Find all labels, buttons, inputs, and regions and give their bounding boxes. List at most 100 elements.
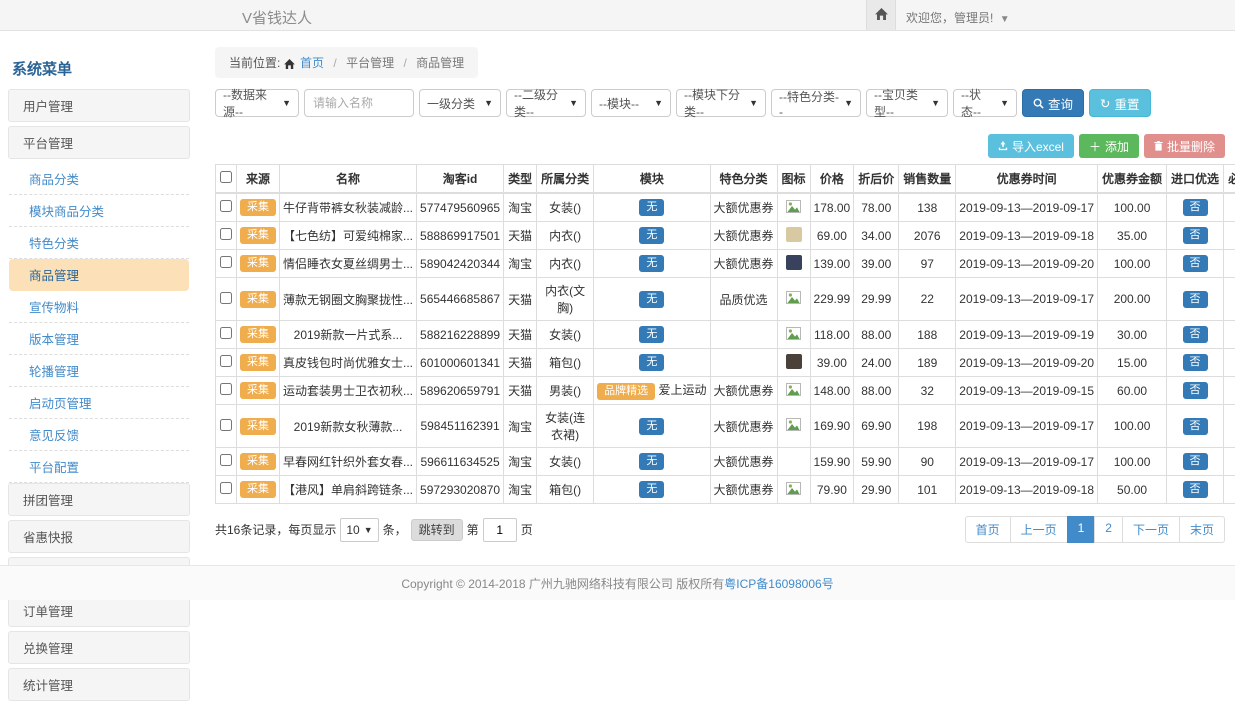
sidebar-item[interactable]: 宣传物料 [9,291,189,323]
jump-button[interactable]: 跳转到 [411,519,463,541]
coupon-amount: 30.00 [1098,321,1167,349]
sidebar-item[interactable]: 平台配置 [9,451,189,483]
import-pick-toggle[interactable]: 否 [1183,199,1208,216]
select-all-checkbox[interactable] [220,171,232,183]
coupon-amount: 15.00 [1098,349,1167,377]
batch-delete-button[interactable]: 批量删除 [1144,134,1225,158]
module-badge[interactable]: 无 [639,199,664,216]
source-badge: 采集 [240,199,276,216]
page-button[interactable]: 末页 [1179,516,1225,543]
pagination: 首页 上一页 1 2 下一页 末页 [965,516,1225,543]
module-badge[interactable]: 无 [639,227,664,244]
price: 39.00 [810,349,854,377]
filter-select-category-1[interactable]: 一级分类 ▼ [419,89,501,117]
taoke-id: 577479560965 [417,193,504,222]
sidebar-item[interactable]: 启动页管理 [9,387,189,419]
import-pick-toggle[interactable]: 否 [1183,453,1208,470]
row-checkbox[interactable] [220,419,232,431]
sidebar-item[interactable]: 兑换管理 [8,631,190,664]
page-button[interactable]: 1 [1067,516,1096,543]
import-pick-toggle[interactable]: 否 [1183,326,1208,343]
name-search-input[interactable] [304,89,414,117]
sidebar-item[interactable]: 商品管理 [9,259,189,291]
icp-link[interactable]: 粤ICP备16098006号 [724,575,833,592]
per-page-select[interactable]: 10 ▼ [340,518,378,542]
module-badge[interactable]: 品牌精选 [597,383,655,400]
module-badge[interactable]: 无 [639,354,664,371]
row-checkbox[interactable] [220,355,232,367]
module-badge[interactable]: 无 [639,481,664,498]
jump-page-input[interactable] [483,518,517,542]
filter-select-category-2[interactable]: --二级分类-- ▼ [506,89,586,117]
sidebar-item[interactable]: 版本管理 [9,323,189,355]
column-header: 折后价 [854,165,899,194]
reset-button[interactable]: ↻ 重置 [1089,89,1151,117]
import-pick-toggle[interactable]: 否 [1183,227,1208,244]
breadcrumb-home-link[interactable]: 首页 [300,56,324,70]
add-button[interactable]: ＋ 添加 [1079,134,1139,158]
import-pick-toggle[interactable]: 否 [1183,354,1208,371]
taoke-id: 601000601341 [417,349,504,377]
footer: Copyright © 2014-2018 广州九驰网络科技有限公司 版权所有粤… [0,565,1235,600]
icon-cell [777,222,810,250]
product-name: 2019新款女秋薄款... [280,405,417,448]
page-button-label: 下一页 [1133,523,1169,537]
row-checkbox[interactable] [220,327,232,339]
import-pick-toggle[interactable]: 否 [1183,291,1208,308]
module-badge[interactable]: 无 [639,326,664,343]
user-menu[interactable]: 欢迎您，管理员! ▼ [906,9,1010,26]
import-pick-toggle[interactable]: 否 [1183,418,1208,435]
add-label: 添加 [1105,138,1129,155]
page-button[interactable]: 首页 [965,516,1011,543]
import-excel-button[interactable]: 导入excel [988,134,1074,158]
sidebar-item[interactable]: 平台管理 [8,126,190,159]
row-checkbox[interactable] [220,292,232,304]
import-pick-toggle[interactable]: 否 [1183,255,1208,272]
must-buy-cell: 否 [1224,377,1235,405]
sidebar-item-label: 启动页管理 [29,397,92,411]
import-pick-cell: 否 [1167,321,1224,349]
row-checkbox[interactable] [220,454,232,466]
page-button[interactable]: 2 [1094,516,1123,543]
sidebar-item[interactable]: 用户管理 [8,89,190,122]
filter-select-module-sub[interactable]: --模块下分类-- ▼ [676,89,766,117]
discount-price: 34.00 [854,222,899,250]
row-checkbox[interactable] [220,482,232,494]
filter-select-status[interactable]: --状态-- ▼ [953,89,1017,117]
module-badge[interactable]: 无 [639,255,664,272]
import-pick-toggle[interactable]: 否 [1183,382,1208,399]
icon-cell [777,349,810,377]
home-button[interactable] [866,0,896,30]
sidebar-item-label: 拼团管理 [23,494,73,508]
row-checkbox[interactable] [220,383,232,395]
filter-select-data-source[interactable]: --数据来源-- ▼ [215,89,299,117]
import-pick-toggle[interactable]: 否 [1183,481,1208,498]
filter-select-feature[interactable]: --特色分类-- ▼ [771,89,861,117]
table-row: 采集 牛仔背带裤女秋装减龄... 577479560965 淘宝 女装() 无 … [216,193,1235,222]
sidebar-item[interactable]: 意见反馈 [9,419,189,451]
page-button[interactable]: 下一页 [1122,516,1180,543]
sidebar-item[interactable]: 拼团管理 [8,483,190,516]
feature-category: 大额优惠券 [710,377,777,405]
sidebar-item[interactable]: 省惠快报 [8,520,190,553]
module-cell: 无 [594,222,710,250]
search-button[interactable]: 查询 [1022,89,1084,117]
sidebar-item[interactable]: 特色分类 [9,227,189,259]
category: 男装() [537,377,594,405]
sidebar-item[interactable]: 统计管理 [8,668,190,701]
row-checkbox[interactable] [220,256,232,268]
page-button[interactable]: 上一页 [1010,516,1068,543]
row-checkbox[interactable] [220,200,232,212]
row-checkbox[interactable] [220,228,232,240]
module-badge[interactable]: 无 [639,453,664,470]
sales-count: 2076 [899,222,956,250]
import-icon [998,141,1008,151]
sidebar-item[interactable]: 商品分类 [9,163,189,195]
filter-select-item-type[interactable]: --宝贝类型-- ▼ [866,89,948,117]
icon-cell [777,321,810,349]
sidebar-item[interactable]: 轮播管理 [9,355,189,387]
filter-select-module[interactable]: --模块-- ▼ [591,89,671,117]
sidebar-item[interactable]: 模块商品分类 [9,195,189,227]
module-badge[interactable]: 无 [639,291,664,308]
module-badge[interactable]: 无 [639,418,664,435]
